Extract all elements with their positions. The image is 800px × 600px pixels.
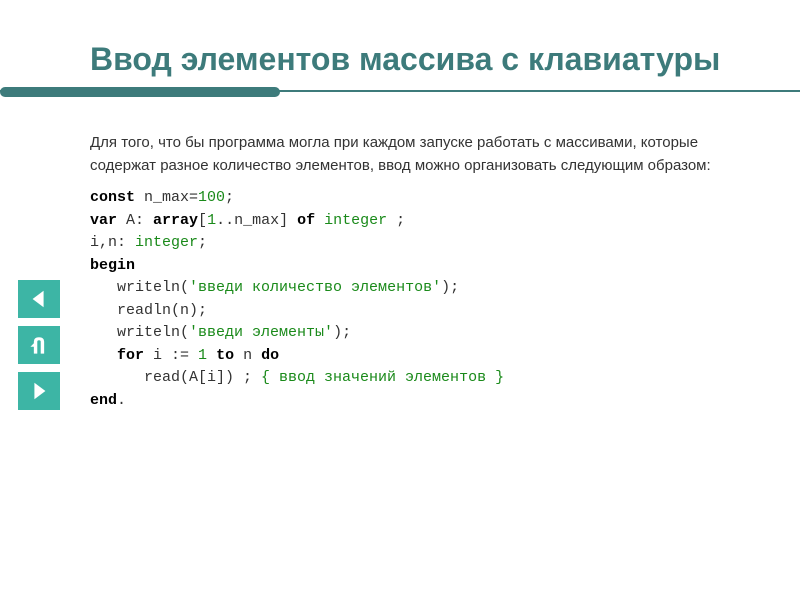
code-text: ;	[387, 212, 405, 229]
nav-panel	[18, 280, 60, 410]
kw-array: array	[153, 212, 198, 229]
code-text: A:	[117, 212, 153, 229]
code-text: [	[198, 212, 207, 229]
string-literal: 'введи элементы'	[189, 324, 333, 341]
code-text: read(A[i]) ;	[90, 369, 261, 386]
code-text: ;	[198, 234, 207, 251]
code-text	[207, 347, 216, 364]
next-button[interactable]	[18, 372, 60, 410]
kw-to: to	[216, 347, 234, 364]
code-text	[90, 347, 117, 364]
num-100: 100	[198, 189, 225, 206]
code-text: .	[117, 392, 126, 409]
kw-of: of	[297, 212, 315, 229]
kw-for: for	[117, 347, 144, 364]
prev-button[interactable]	[18, 280, 60, 318]
code-text: readln(n);	[90, 302, 207, 319]
code-text: ;	[225, 189, 234, 206]
code-text	[315, 212, 324, 229]
code-text: n	[234, 347, 261, 364]
slide-title: Ввод элементов массива с клавиатуры	[90, 40, 750, 78]
kw-do: do	[261, 347, 279, 364]
code-text: );	[441, 279, 459, 296]
home-button[interactable]	[18, 326, 60, 364]
code-text: n_max=	[135, 189, 198, 206]
slide-content: Для того, что бы программа могла при каж…	[90, 132, 750, 412]
intro-line: Для того, что бы программа могла при каж…	[90, 134, 711, 174]
code-text: );	[333, 324, 351, 341]
code-text: writeln(	[90, 279, 189, 296]
kw-end: end	[90, 392, 117, 409]
kw-const: const	[90, 189, 135, 206]
u-turn-icon	[27, 334, 51, 356]
code-text: ..n_max]	[216, 212, 297, 229]
num-1: 1	[207, 212, 216, 229]
num-1: 1	[198, 347, 207, 364]
next-arrow-icon	[28, 380, 50, 402]
code-text: i,n:	[90, 234, 135, 251]
intro-text: Для того, что бы программа могла при каж…	[90, 132, 750, 177]
code-text: i :=	[144, 347, 198, 364]
string-literal: 'введи количество элементов'	[189, 279, 441, 296]
code-text: writeln(	[90, 324, 189, 341]
comment: { ввод значений элементов }	[261, 369, 504, 386]
type-integer: integer	[324, 212, 387, 229]
title-underline	[90, 90, 750, 102]
kw-begin: begin	[90, 257, 135, 274]
kw-var: var	[90, 212, 117, 229]
code-block: const n_max=100; var A: array[1..n_max] …	[90, 187, 750, 412]
type-integer: integer	[135, 234, 198, 251]
prev-arrow-icon	[28, 288, 50, 310]
